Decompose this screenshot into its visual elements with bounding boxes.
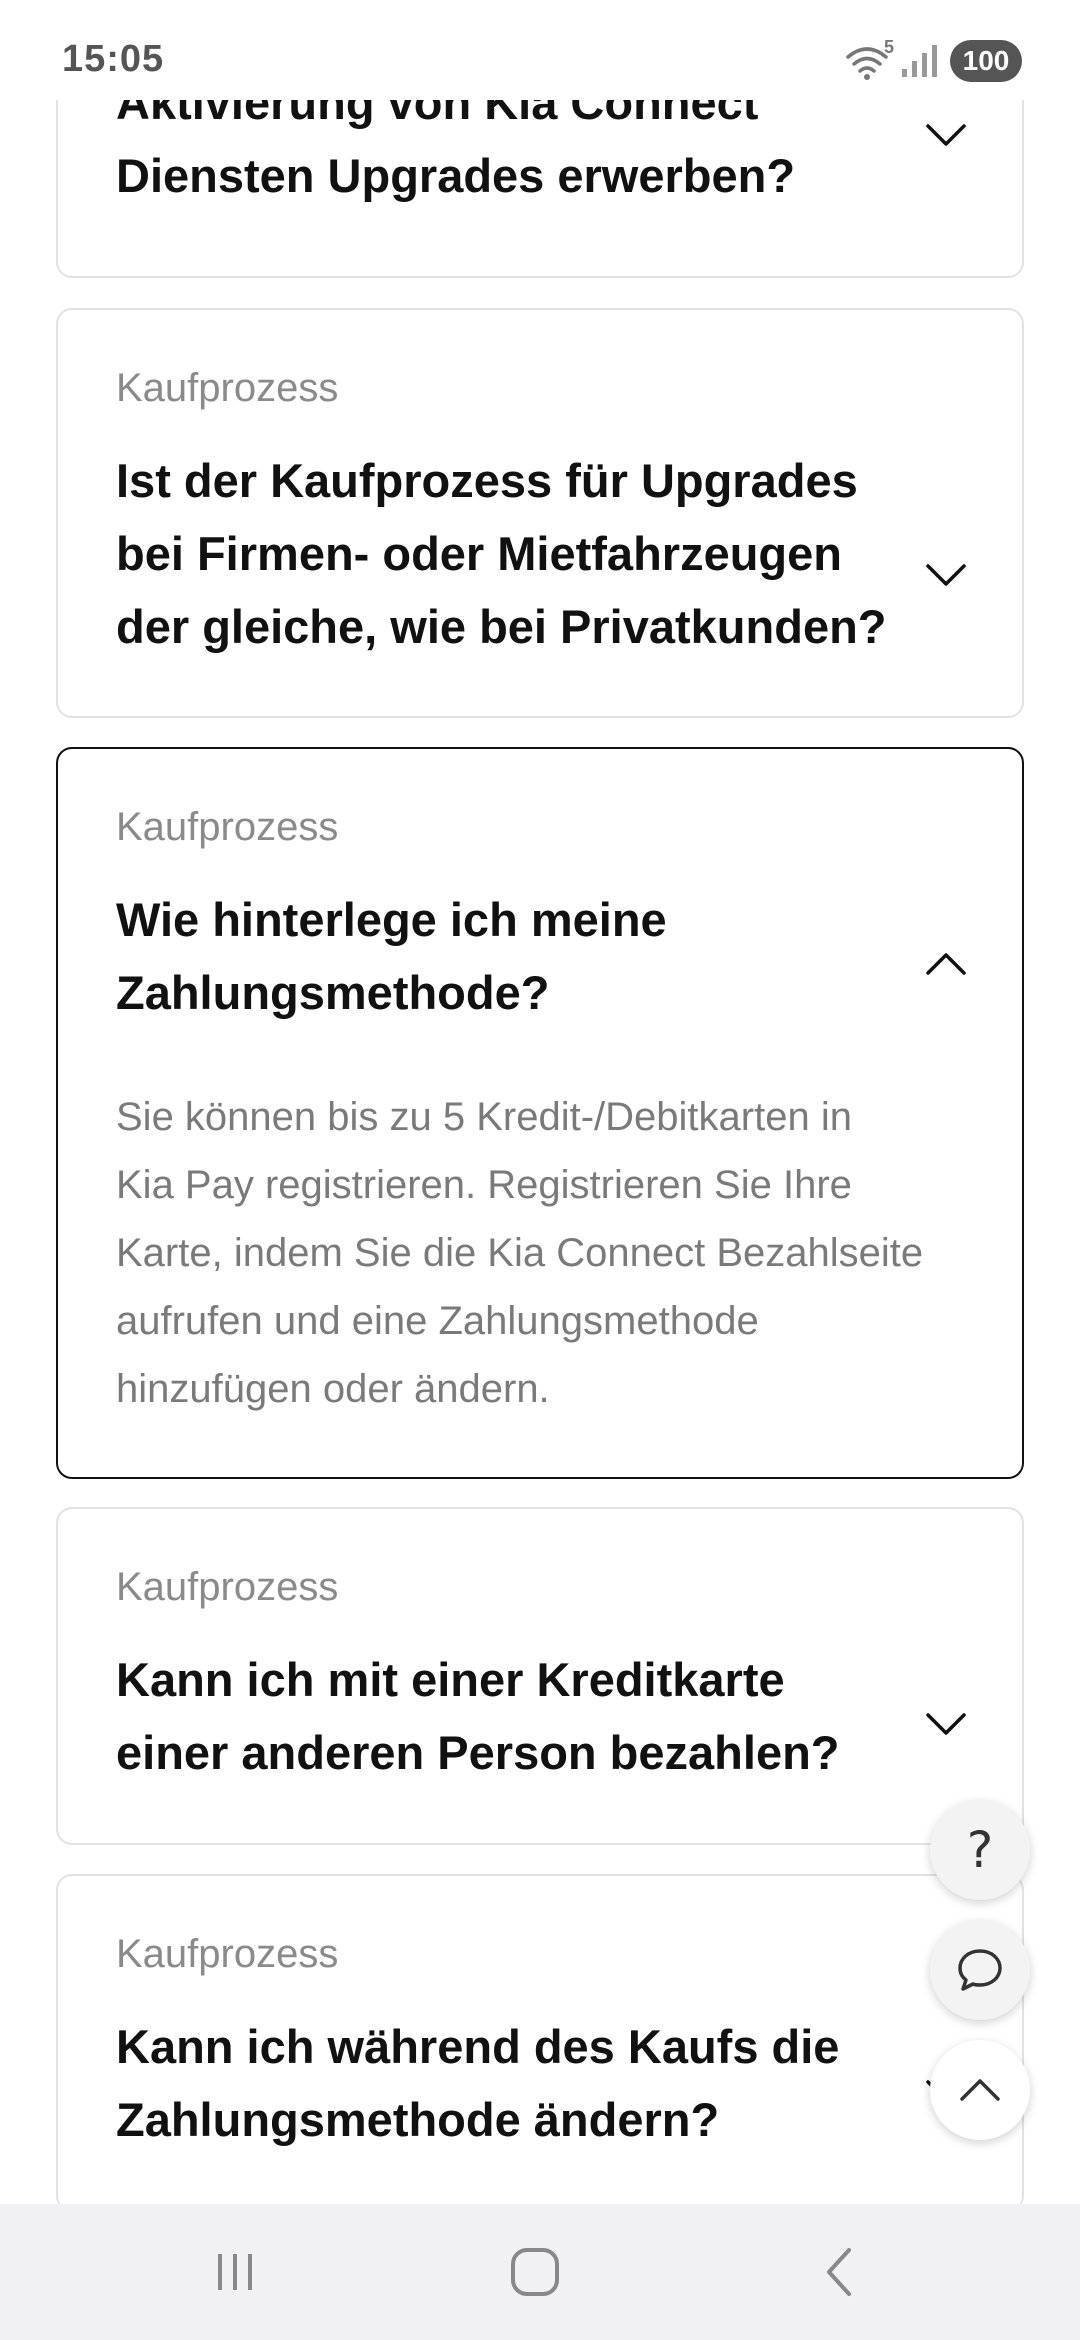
faq-answer-line: aufrufen und eine Zahlungsmethode: [116, 1299, 759, 1343]
faq-question: Kann ich während des Kaufs die Zahlungsm…: [116, 2010, 936, 2156]
chevron-up-icon[interactable]: [924, 949, 968, 979]
recents-icon[interactable]: [200, 2242, 270, 2302]
faq-question-line: Kann ich während des Kaufs die: [116, 2020, 840, 2073]
signal-icon: [900, 43, 940, 79]
faq-answer-line: Karte, indem Sie die Kia Connect Bezahls…: [116, 1231, 924, 1275]
help-button[interactable]: ?: [930, 1800, 1030, 1900]
faq-question-line: Ist der Kaufprozess für Upgrades: [116, 454, 858, 507]
wifi-icon: 5: [844, 37, 894, 81]
chat-button[interactable]: [930, 1920, 1030, 2020]
chevron-down-icon[interactable]: [924, 1709, 968, 1739]
faq-category: Kaufprozess: [116, 1565, 339, 1609]
screen: Aktivierung von Kia Connect Diensten Upg…: [0, 0, 1080, 2340]
faq-question-line: Zahlungsmethode?: [116, 966, 550, 1019]
faq-answer-line: hinzufügen oder ändern.: [116, 1367, 550, 1411]
chevron-up-icon: [958, 2075, 1002, 2105]
battery-indicator: 100: [950, 40, 1022, 82]
status-bar: 15:05 5 100: [0, 0, 1080, 100]
faq-question: Kann ich mit einer Kreditkarte einer and…: [116, 1643, 936, 1789]
faq-question: Ist der Kaufprozess für Upgrades bei Fir…: [116, 444, 936, 663]
home-icon[interactable]: [500, 2242, 570, 2302]
chat-bubble-icon: [955, 1945, 1005, 1995]
faq-item[interactable]: Kaufprozess Kann ich mit einer Kreditkar…: [56, 1507, 1024, 1845]
system-nav-bar: [0, 2204, 1080, 2340]
faq-question-line: Wie hinterlege ich meine: [116, 893, 667, 946]
chevron-down-icon[interactable]: [924, 120, 968, 150]
faq-question-line: bei Firmen- oder Mietfahrzeugen: [116, 527, 842, 580]
faq-answer-line: Sie können bis zu 5 Kredit-/Debitkarten …: [116, 1095, 852, 1139]
faq-answer-line: Kia Pay registrieren. Registrieren Sie I…: [116, 1163, 852, 1207]
faq-answer: Sie können bis zu 5 Kredit-/Debitkarten …: [116, 1083, 986, 1423]
scroll-top-button[interactable]: [930, 2040, 1030, 2140]
chevron-down-icon[interactable]: [924, 560, 968, 590]
faq-question-line: der gleiche, wie bei Privatkunden?: [116, 600, 887, 653]
faq-category: Kaufprozess: [116, 1932, 339, 1976]
back-icon[interactable]: [805, 2242, 875, 2302]
status-icons: 5 100: [844, 37, 1022, 82]
faq-category: Kaufprozess: [116, 366, 339, 410]
status-time: 15:05: [62, 38, 165, 80]
faq-question-line: Diensten Upgrades erwerben?: [116, 149, 796, 202]
faq-question-line: einer anderen Person bezahlen?: [116, 1726, 840, 1779]
wifi-badge: 5: [883, 37, 894, 57]
help-label: ?: [966, 1821, 994, 1879]
faq-question-line: Zahlungsmethode ändern?: [116, 2093, 720, 2146]
faq-category: Kaufprozess: [116, 805, 339, 849]
faq-item-expanded[interactable]: Kaufprozess Wie hinterlege ich meine Zah…: [56, 747, 1024, 1479]
faq-question: Wie hinterlege ich meine Zahlungsmethode…: [116, 883, 936, 1029]
faq-item[interactable]: Kaufprozess Ist der Kaufprozess für Upgr…: [56, 308, 1024, 718]
faq-item[interactable]: Kaufprozess Kann ich während des Kaufs d…: [56, 1874, 1024, 2212]
faq-question-line: Kann ich mit einer Kreditkarte: [116, 1653, 785, 1706]
